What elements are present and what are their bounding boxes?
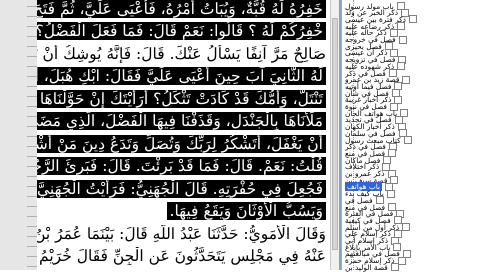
- document-line: مَلَأْنَاهَا بِالْجَنْدَلِ، وَقَذَفْنَا …: [37, 112, 326, 130]
- gutter-tick: [27, 216, 37, 217]
- gutter-tick: [27, 156, 37, 157]
- chapters-tree-panel: باب مولد رسول ذكر الخبر عن ولد ذكر فترة بي…: [341, 0, 480, 272]
- document-line-text: تَنْتَلُّ، وَأُمُّكَ قَدْ كَادَتْ تَثْكَ…: [37, 90, 326, 108]
- tree-item[interactable]: قصة الوليد بن: [345, 262, 479, 272]
- gutter-tick: [27, 126, 37, 127]
- gutter-tick: [27, 226, 37, 227]
- document-line: قُلْتُ: نَعَمْ. قَالَ: فَمَا قَدْ بَرِئْ…: [37, 157, 326, 175]
- document-scrollbar[interactable]: [330, 0, 339, 270]
- document-line: وَقَالَ الْأُمَوِيُّ: حَدَّثَنَا عَبْدُ …: [37, 225, 326, 243]
- document-line-text: لَهُ الثَّانِيَ آبَ حِينَ أَعْيَى عَلَيَ…: [37, 67, 326, 85]
- scrollbar-thumb[interactable]: [332, 18, 338, 250]
- document-line-text: مَلَأْنَاهَا بِالْجَنْدَلِ، وَقَذَفْنَا …: [37, 112, 326, 130]
- document-line: خْفِرُكُمْ لَهُ ؟ قَالُوا: نَعَمْ قَالَ:…: [37, 22, 326, 40]
- gutter-tick: [27, 266, 37, 267]
- document-line-text: وَيَسُبُّ الْأَوْثَانَ وَيَقَعُ فِيهَا.: [166, 202, 326, 220]
- gutter-tick: [27, 206, 37, 207]
- left-gutter: [0, 0, 37, 270]
- gutter-tick: [27, 96, 37, 97]
- document-line-text: قُلْتُ: نَعَمْ. قَالَ: فَمَا قَدْ بَرِئْ…: [37, 157, 326, 175]
- document-line-text: خْفِرُكُمْ لَهُ ؟ قَالُوا: نَعَمْ قَالَ:…: [37, 22, 326, 40]
- gutter-tick: [27, 16, 37, 17]
- document-line: فَجُعِلَ فِي حُفْرَتِهِ. قَالَ الْجُهَنِ…: [37, 180, 326, 198]
- document-line: خَفِرُهُ لَهُ قُبَّةٌ، وَيُبَاتُ أَمْرُه…: [37, 0, 326, 18]
- document-line: عَنْهُ فِي مَجْلِسٍ يَتَحَدَّثُونَ عَنِ …: [37, 247, 326, 265]
- document-line: صَالِحٌ مَرَّ آنِفًا يَسْأَلُ عَنْكَ. قَ…: [37, 45, 326, 63]
- gutter-tick: [27, 6, 37, 7]
- gutter-tick: [27, 256, 37, 257]
- gutter-tick: [27, 196, 37, 197]
- document-line: تَنْتَلُّ، وَأُمُّكَ قَدْ كَادَتْ تَثْكَ…: [37, 90, 326, 108]
- document-line-text: خَفِرُهُ لَهُ قُبَّةٌ، وَيُبَاتُ أَمْرُه…: [37, 0, 326, 18]
- document-line: لَهُ الثَّانِيَ آبَ حِينَ أَعْيَى عَلَيَ…: [37, 67, 326, 85]
- gutter-tick: [27, 26, 37, 27]
- gutter-tick: [27, 116, 37, 117]
- gutter-tick: [27, 46, 37, 47]
- gutter-tick: [27, 176, 37, 177]
- gutter-tick: [27, 146, 37, 147]
- document-line: وَيَسُبُّ الْأَوْثَانَ وَيَقَعُ فِيهَا.: [166, 202, 326, 220]
- gutter-tick: [27, 86, 37, 87]
- tree-item-label: قصة الوليد بن: [345, 262, 388, 272]
- gutter-tick: [27, 76, 37, 77]
- gutter-tick: [27, 136, 37, 137]
- document-line: أَنْ يَغْفَلَ، أَتَشْكُرُ لِرَبِّكَ وَتُ…: [37, 135, 326, 153]
- gutter-tick: [27, 106, 37, 107]
- document-line-text: عَنْهُ فِي مَجْلِسٍ يَتَحَدَّثُونَ عَنِ …: [37, 247, 326, 265]
- gutter-tick: [27, 166, 37, 167]
- gutter-tick: [27, 236, 37, 237]
- document-line-text: وَقَالَ الْأُمَوِيُّ: حَدَّثَنَا عَبْدُ …: [37, 225, 326, 243]
- gutter-tick: [27, 66, 37, 67]
- document-line-text: صَالِحٌ مَرَّ آنِفًا يَسْأَلُ عَنْكَ. قَ…: [37, 45, 326, 63]
- tree-node-checkbox-icon[interactable]: [390, 263, 399, 272]
- document-line-text: أَنْ يَغْفَلَ، أَتَشْكُرُ لِرَبِّكَ وَتُ…: [37, 135, 326, 153]
- document-view[interactable]: خَفِرُهُ لَهُ قُبَّةٌ، وَيُبَاتُ أَمْرُه…: [37, 0, 330, 270]
- gutter-tick: [27, 36, 37, 37]
- gutter-tick: [27, 246, 37, 247]
- document-line-text: فَجُعِلَ فِي حُفْرَتِهِ. قَالَ الْجُهَنِ…: [37, 180, 326, 198]
- gutter-tick: [27, 186, 37, 187]
- gutter-tick: [27, 56, 37, 57]
